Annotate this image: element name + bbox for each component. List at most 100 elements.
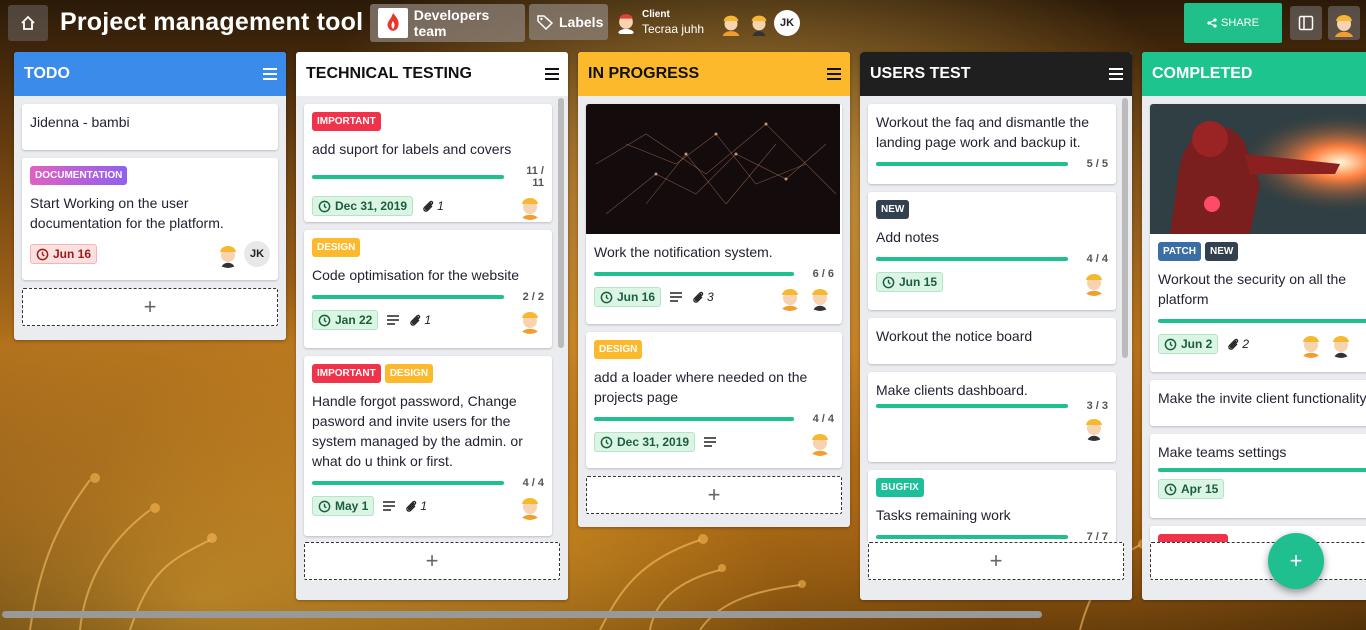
due-date: May 1 [335, 499, 369, 513]
due-date: Jun 15 [899, 275, 938, 289]
member-avatar[interactable] [516, 492, 544, 520]
team-logo [378, 8, 408, 38]
member-avatar[interactable] [806, 428, 834, 456]
label-patch: PATCH [1158, 242, 1201, 261]
task-card[interactable]: Make teams settings Apr 15 [1150, 434, 1366, 518]
due-date-badge[interactable]: Jun 2 [1158, 334, 1219, 354]
label-documentation: DOCUMENTATION [30, 166, 128, 185]
checklist-progress [312, 295, 504, 299]
task-card[interactable] [1150, 526, 1366, 542]
due-date: Jun 16 [617, 290, 656, 304]
checklist-progress [1158, 468, 1366, 472]
add-card-button[interactable]: + [22, 288, 278, 326]
tag-icon [537, 15, 553, 30]
attachment-count: 2 [1242, 337, 1250, 351]
menu-icon[interactable] [1108, 67, 1124, 81]
member-avatar[interactable] [1297, 330, 1325, 358]
member-avatar[interactable] [1327, 330, 1355, 358]
card-title: Workout the security on all the platform [1158, 271, 1347, 307]
due-date-badge[interactable]: Jun 16 [30, 244, 98, 264]
add-card-button[interactable]: + [1150, 542, 1366, 580]
menu-icon[interactable] [544, 67, 560, 81]
column-completed: COMPLETED PATCH NEW Workout the security… [1142, 52, 1366, 600]
task-card[interactable]: Work the notification system. 6 / 6 Jun … [586, 104, 842, 324]
client-info[interactable]: Client Tecraa juhh [614, 4, 704, 40]
task-card[interactable]: DOCUMENTATION Start Working on the user … [22, 158, 278, 280]
task-card[interactable]: DESIGN Code optimisation for the website… [304, 230, 552, 348]
member-avatar[interactable] [776, 283, 804, 311]
due-date-badge[interactable]: Jun 15 [876, 272, 944, 292]
member-initials-avatar[interactable]: JK [774, 10, 800, 36]
board-horizontal-scrollbar[interactable] [0, 609, 1366, 619]
task-card[interactable]: Workout the notice board [868, 318, 1116, 364]
task-card[interactable]: Make the invite client functionality [1150, 380, 1366, 426]
clock-icon [600, 436, 613, 448]
column-header: TODO [14, 52, 286, 96]
task-card[interactable]: IMPORTANT add suport for labels and cove… [304, 104, 552, 222]
due-date-badge[interactable]: Dec 31, 2019 [594, 432, 696, 452]
member-avatar[interactable] [718, 10, 744, 36]
menu-icon[interactable] [826, 67, 842, 81]
checklist-count: 11 / 11 [526, 165, 544, 189]
share-button[interactable]: SHARE [1184, 3, 1282, 43]
member-avatar[interactable] [746, 10, 772, 36]
column-title: TECHNICAL TESTING [306, 65, 472, 82]
task-card[interactable]: DESIGN add a loader where needed on the … [586, 332, 842, 468]
add-card-button[interactable]: + [304, 542, 560, 580]
due-date: Dec 31, 2019 [335, 199, 408, 213]
team-name: Developers team [413, 7, 490, 39]
due-date-badge[interactable]: Jun 16 [594, 287, 662, 307]
attachments: 3 [691, 290, 714, 304]
task-card[interactable]: NEW Add notes 4 / 4 Jun 15 [868, 192, 1116, 310]
task-card[interactable]: Jidenna - bambi [22, 104, 278, 150]
column-title: IN PROGRESS [588, 65, 700, 82]
add-fab-button[interactable]: + [1268, 533, 1324, 589]
menu-icon[interactable] [262, 67, 278, 81]
progress-fill [876, 535, 1068, 539]
add-card-button[interactable]: + [586, 476, 842, 514]
member-avatar[interactable] [214, 240, 242, 268]
column-todo: TODO Jidenna - bambi DOCUMENTATION Start… [14, 52, 286, 340]
card-title: Workout the notice board [876, 328, 1033, 344]
description-icon [387, 315, 400, 325]
paperclip-icon [1228, 338, 1239, 350]
attachments: 1 [408, 313, 431, 327]
scrollbar-thumb[interactable] [2, 611, 1042, 618]
member-avatar[interactable] [516, 306, 544, 334]
task-card[interactable]: PATCH NEW Workout the security on all th… [1150, 104, 1366, 372]
column-header: IN PROGRESS [578, 52, 850, 96]
due-date: Jan 22 [335, 313, 373, 327]
labels-button[interactable]: Labels [529, 4, 608, 40]
due-date-badge[interactable]: May 1 [312, 496, 375, 516]
label-important: IMPORTANT [312, 364, 381, 383]
toggle-sidebar-button[interactable] [1290, 6, 1322, 40]
card-title: Make the invite client functionality [1158, 390, 1366, 406]
home-button[interactable] [8, 5, 48, 41]
due-date-badge[interactable]: Apr 15 [1158, 479, 1225, 499]
clock-icon [318, 314, 331, 326]
card-cover-image [586, 104, 842, 234]
checklist-progress [876, 162, 1068, 166]
task-card[interactable]: Make clients dashboard. 3 / 3 [868, 372, 1116, 462]
task-card[interactable]: BUGFIX Tasks remaining work 7 / 7 [868, 470, 1116, 542]
task-card[interactable]: IMPORTANT DESIGN Handle forgot password,… [304, 356, 552, 536]
checklist-progress [876, 404, 1068, 408]
due-date-badge[interactable]: Dec 31, 2019 [312, 196, 414, 216]
member-initials-avatar[interactable]: JK [244, 241, 270, 267]
team-selector-button[interactable]: Developers team [370, 4, 525, 42]
share-label: SHARE [1221, 17, 1259, 29]
member-avatar[interactable] [1080, 268, 1108, 296]
member-avatar[interactable] [1080, 413, 1108, 441]
user-avatar [1335, 15, 1353, 37]
task-card[interactable]: Workout the faq and dismantle the landin… [868, 104, 1116, 184]
paperclip-icon [693, 291, 704, 303]
member-avatar[interactable] [806, 283, 834, 311]
due-date-badge[interactable]: Jan 22 [312, 310, 379, 330]
sidebar-icon [1298, 15, 1314, 31]
attachment-count: 1 [420, 499, 428, 513]
member-avatar[interactable] [516, 192, 544, 220]
user-menu-button[interactable] [1328, 6, 1360, 40]
checklist-progress [876, 257, 1068, 261]
add-card-button[interactable]: + [868, 542, 1124, 580]
checklist-count: 3 / 3 [1086, 400, 1108, 412]
